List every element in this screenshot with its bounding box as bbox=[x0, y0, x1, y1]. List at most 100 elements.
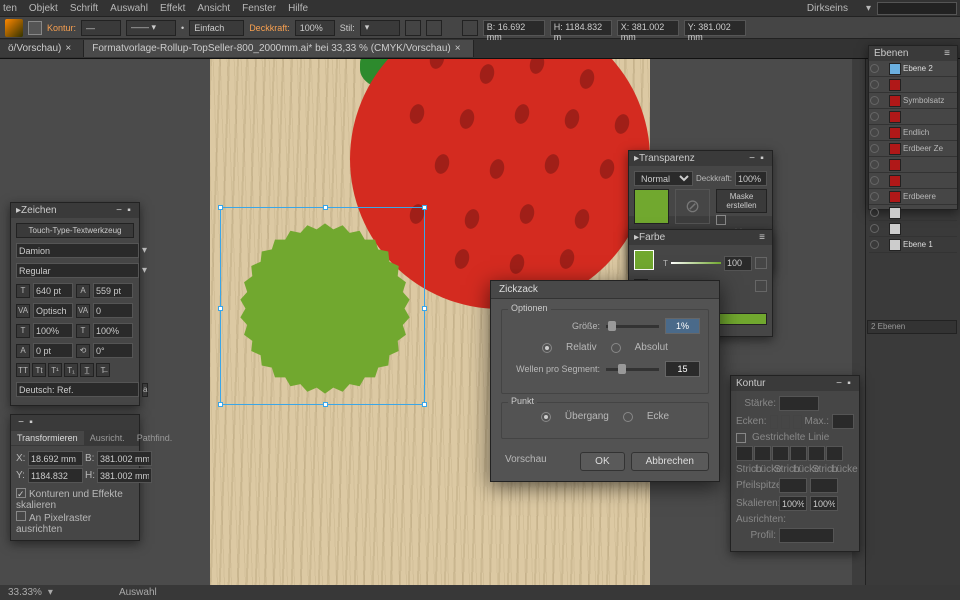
scale-start[interactable] bbox=[779, 496, 807, 511]
minimize-icon[interactable]: − bbox=[834, 378, 844, 389]
underline-icon[interactable]: T̲ bbox=[80, 363, 94, 377]
visibility-icon[interactable] bbox=[870, 160, 879, 169]
profile-select[interactable] bbox=[779, 528, 834, 543]
pixel-grid-check[interactable] bbox=[16, 511, 26, 521]
layer-row[interactable]: Symbolsatz bbox=[869, 93, 957, 109]
transform-icon[interactable] bbox=[426, 20, 442, 36]
dim-x[interactable]: X: 381.002 mm bbox=[617, 20, 679, 36]
style-combo[interactable]: ▾ bbox=[360, 20, 400, 36]
tracking-input[interactable] bbox=[93, 303, 133, 318]
green-badge[interactable] bbox=[230, 216, 420, 401]
anchor-ref-icon[interactable] bbox=[462, 20, 478, 36]
visibility-icon[interactable] bbox=[870, 112, 879, 121]
visibility-icon[interactable] bbox=[870, 80, 879, 89]
arrow-start[interactable] bbox=[779, 478, 807, 493]
kerning-input[interactable] bbox=[33, 303, 73, 318]
rotation-input[interactable] bbox=[93, 343, 133, 358]
visibility-icon[interactable] bbox=[870, 64, 879, 73]
smooth-radio[interactable] bbox=[541, 412, 551, 422]
stroke-weight[interactable]: — bbox=[81, 20, 121, 36]
corner-radio[interactable] bbox=[623, 412, 633, 422]
visibility-icon[interactable] bbox=[870, 240, 879, 249]
stroke-weight-input[interactable] bbox=[779, 396, 819, 411]
close-icon[interactable]: ▪ bbox=[757, 153, 767, 164]
dashed-check[interactable] bbox=[736, 433, 746, 443]
miter-input[interactable] bbox=[832, 414, 854, 429]
allcaps-icon[interactable]: TT bbox=[16, 363, 30, 377]
tab-pathfinder[interactable]: Pathfind. bbox=[131, 431, 179, 445]
touch-type-button[interactable]: Touch-Type-Textwerkzeug bbox=[16, 223, 134, 238]
zoom-level[interactable]: 33.33% bbox=[8, 587, 42, 598]
strikethrough-icon[interactable]: T̶ bbox=[96, 363, 110, 377]
menu-object[interactable]: Objekt bbox=[29, 3, 58, 14]
hscale-input[interactable] bbox=[93, 323, 133, 338]
minimize-icon[interactable]: − bbox=[16, 417, 26, 428]
vscale-input[interactable] bbox=[33, 323, 73, 338]
layer-row[interactable]: Erdbeer Ze bbox=[869, 141, 957, 157]
font-family-input[interactable] bbox=[16, 243, 139, 258]
y-input[interactable] bbox=[28, 468, 83, 483]
tint-value[interactable] bbox=[724, 256, 752, 271]
stroke-profile[interactable]: —— ▾ bbox=[126, 20, 176, 36]
scale-end[interactable] bbox=[810, 496, 838, 511]
tint-slider[interactable] bbox=[671, 262, 721, 264]
language-input[interactable] bbox=[16, 382, 139, 397]
layer-row[interactable]: Ebene 2 bbox=[869, 61, 957, 77]
thumbnail-swatch[interactable] bbox=[634, 189, 669, 224]
fill-swatch[interactable] bbox=[634, 250, 654, 270]
tab-transform[interactable]: Transformieren bbox=[11, 431, 84, 445]
arrow-end[interactable] bbox=[810, 478, 838, 493]
user-label[interactable]: Dirkseins bbox=[807, 3, 848, 14]
scale-strokes-check[interactable] bbox=[16, 488, 26, 498]
cap-butt-icon[interactable] bbox=[770, 415, 779, 429]
w-input[interactable] bbox=[97, 451, 152, 466]
make-mask-button[interactable]: Maske erstellen bbox=[716, 189, 767, 213]
menu-type[interactable]: Schrift bbox=[70, 3, 98, 14]
opacity-input[interactable]: 100% bbox=[295, 20, 335, 36]
cap-proj-icon[interactable] bbox=[793, 415, 802, 429]
relative-radio[interactable] bbox=[542, 343, 552, 353]
menu-window[interactable]: Fenster bbox=[242, 3, 276, 14]
layer-row[interactable]: Ebene 1 bbox=[869, 237, 957, 253]
size-input[interactable] bbox=[665, 318, 700, 334]
no-mask-icon[interactable]: ⊘ bbox=[675, 189, 710, 224]
baseline-input[interactable] bbox=[33, 343, 73, 358]
visibility-icon[interactable] bbox=[870, 176, 879, 185]
close-icon[interactable]: ▪ bbox=[26, 417, 36, 428]
layer-row[interactable] bbox=[869, 173, 957, 189]
x-input[interactable] bbox=[28, 451, 83, 466]
visibility-icon[interactable] bbox=[870, 144, 879, 153]
dim-h[interactable]: H: 1184.832 m bbox=[550, 20, 612, 36]
menu-icon[interactable]: ≡ bbox=[942, 48, 952, 59]
h-input[interactable] bbox=[97, 468, 152, 483]
dim-y[interactable]: Y: 381.002 mm bbox=[684, 20, 746, 36]
menu-effect[interactable]: Effekt bbox=[160, 3, 185, 14]
ridges-slider[interactable] bbox=[606, 368, 659, 371]
size-slider[interactable] bbox=[606, 325, 659, 328]
layer-row[interactable] bbox=[869, 157, 957, 173]
close-icon[interactable]: × bbox=[451, 43, 465, 54]
brush-combo[interactable]: Einfach bbox=[189, 20, 244, 36]
minimize-icon[interactable]: − bbox=[114, 205, 124, 216]
visibility-icon[interactable] bbox=[870, 96, 879, 105]
tab-2[interactable]: Formatvorlage-Rollup-TopSeller-800_2000m… bbox=[84, 40, 473, 57]
visibility-icon[interactable] bbox=[870, 208, 879, 217]
visibility-icon[interactable] bbox=[870, 128, 879, 137]
absolute-radio[interactable] bbox=[611, 343, 621, 353]
menu-help[interactable]: Hilfe bbox=[288, 3, 308, 14]
antialias-icon[interactable]: a bbox=[142, 383, 148, 397]
close-icon[interactable]: × bbox=[61, 43, 75, 54]
minimize-icon[interactable]: − bbox=[747, 153, 757, 164]
layer-row[interactable] bbox=[869, 205, 957, 221]
opacity-input[interactable] bbox=[735, 171, 767, 186]
layer-row[interactable]: Endlich bbox=[869, 125, 957, 141]
menu-file[interactable]: ten bbox=[3, 3, 17, 14]
tab-1[interactable]: ö/Vorschau)× bbox=[0, 40, 84, 57]
menu-select[interactable]: Auswahl bbox=[110, 3, 148, 14]
layer-row[interactable] bbox=[869, 109, 957, 125]
menu-icon[interactable]: ≡ bbox=[757, 232, 767, 243]
superscript-icon[interactable]: T¹ bbox=[48, 363, 62, 377]
registration-icon[interactable] bbox=[755, 280, 767, 292]
font-weight-input[interactable] bbox=[16, 263, 139, 278]
layer-row[interactable]: Erdbeere bbox=[869, 189, 957, 205]
